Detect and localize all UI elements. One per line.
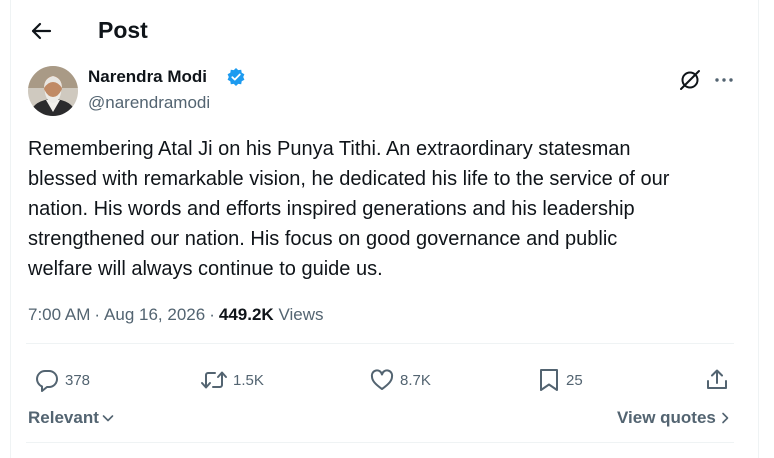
bookmark-count: 25 [566, 371, 583, 389]
separator: · [209, 305, 215, 324]
views-label: Views [278, 305, 324, 324]
repost-button[interactable]: 1.5K [200, 366, 264, 394]
back-arrow-icon[interactable] [26, 16, 56, 46]
repost-count: 1.5K [233, 371, 264, 389]
repost-icon [201, 371, 227, 389]
divider [26, 442, 734, 443]
page-title: Post [98, 17, 148, 43]
chevron-right-icon [722, 412, 729, 424]
sort-label: Relevant [28, 408, 99, 427]
share-icon [707, 369, 727, 389]
avatar[interactable] [28, 66, 78, 116]
heart-icon [370, 369, 394, 390]
author-handle[interactable]: @narendramodi [88, 93, 210, 113]
views-count: 449.2K [218, 305, 274, 324]
bookmark-button[interactable]: 25 [537, 366, 583, 394]
bookmark-icon [540, 369, 558, 391]
post-date[interactable]: Aug 16, 2026 [104, 305, 205, 324]
verified-badge-icon [226, 67, 246, 87]
divider [26, 343, 734, 344]
share-button[interactable] [704, 366, 730, 394]
separator: · [94, 305, 101, 324]
view-quotes-link[interactable]: View quotes [617, 408, 730, 428]
chevron-down-icon [102, 415, 114, 422]
left-border [10, 0, 11, 458]
right-border [758, 0, 759, 458]
post-time[interactable]: 7:00 AM [28, 305, 90, 324]
reply-button[interactable]: 378 [34, 366, 90, 394]
more-options-icon[interactable] [712, 68, 736, 92]
grok-icon[interactable] [678, 68, 702, 92]
page-header: Post [0, 0, 774, 62]
reply-icon [36, 370, 58, 392]
author-name[interactable]: Narendra Modi [88, 67, 207, 87]
like-button[interactable]: 8.7K [369, 366, 431, 394]
post-metadata: 7:00 AM · Aug 16, 2026 · 449.2K Views [28, 305, 323, 325]
view-quotes-label: View quotes [617, 408, 716, 427]
sort-replies-dropdown[interactable]: Relevant [28, 408, 115, 428]
like-count: 8.7K [400, 371, 431, 389]
reply-count: 378 [65, 371, 91, 389]
post-text: Remembering Atal Ji on his Punya Tithi. … [28, 138, 670, 280]
